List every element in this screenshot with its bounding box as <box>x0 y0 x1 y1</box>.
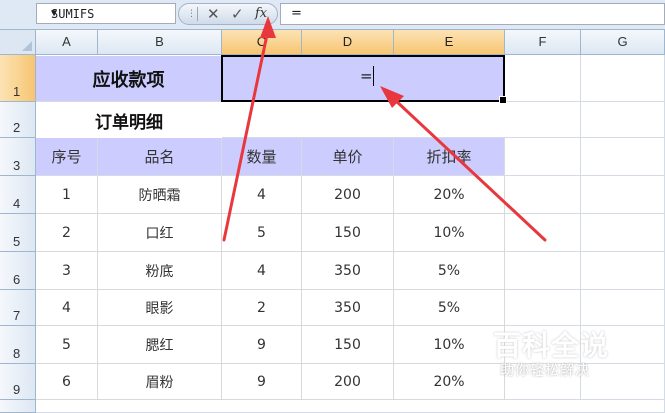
table-cell[interactable]: 5 <box>36 326 98 364</box>
table-cell[interactable]: 9 <box>222 326 302 364</box>
table-cell[interactable]: 5 <box>222 214 302 252</box>
formula-input[interactable]: = <box>280 3 665 25</box>
cell-f4[interactable] <box>505 176 581 214</box>
cell-g9[interactable] <box>581 364 665 400</box>
cell-g1[interactable] <box>581 55 665 102</box>
row-header-4[interactable]: 4 <box>0 176 36 214</box>
table-cell[interactable]: 2 <box>36 214 98 252</box>
row-header-9[interactable]: 9 <box>0 364 36 400</box>
row-header-2[interactable]: 2 <box>0 102 36 138</box>
table-cell[interactable]: 200 <box>302 364 394 400</box>
cell-f3[interactable] <box>505 138 581 176</box>
cell-g5[interactable] <box>581 214 665 252</box>
table-cell[interactable]: 3 <box>36 252 98 290</box>
column-header-g[interactable]: G <box>581 30 665 55</box>
table-cell[interactable]: 5% <box>394 290 505 326</box>
table-cell[interactable]: 4 <box>222 176 302 214</box>
table-cell[interactable]: 10% <box>394 326 505 364</box>
table-cell[interactable]: 腮红 <box>98 326 222 364</box>
cell-g6[interactable] <box>581 252 665 290</box>
insert-function-icon[interactable]: fx <box>255 6 267 21</box>
table-cell[interactable]: 眉粉 <box>98 364 222 400</box>
table-cell[interactable]: 1 <box>36 176 98 214</box>
table-cell[interactable]: 20% <box>394 364 505 400</box>
column-header-f[interactable]: F <box>505 30 581 55</box>
table-cell[interactable]: 粉底 <box>98 252 222 290</box>
cell-f2[interactable] <box>505 102 581 138</box>
formula-buttons: ⋮ ✕ ✓ fx <box>178 3 278 25</box>
table-cell[interactable]: 6 <box>36 364 98 400</box>
name-box[interactable]: SUMIFS ▼ <box>36 3 176 24</box>
cell-g3[interactable] <box>581 138 665 176</box>
table-cell[interactable]: 2 <box>222 290 302 326</box>
cell-g4[interactable] <box>581 176 665 214</box>
enter-check-icon[interactable]: ✓ <box>231 5 244 23</box>
receivables-title-cell[interactable]: 应收款项 <box>36 56 222 102</box>
order-details-title[interactable]: 订单明细 <box>36 102 222 138</box>
header-cell-index[interactable]: 序号 <box>36 138 98 176</box>
select-all-corner[interactable] <box>0 30 36 55</box>
column-header-c[interactable]: C <box>222 30 302 55</box>
row-header-5[interactable]: 5 <box>0 214 36 252</box>
row-header-10[interactable] <box>0 400 36 413</box>
row-header-8[interactable]: 8 <box>0 326 36 364</box>
table-cell[interactable]: 200 <box>302 176 394 214</box>
cell-g7[interactable] <box>581 290 665 326</box>
cell-f1[interactable] <box>505 55 581 102</box>
cancel-icon[interactable]: ✕ <box>207 5 220 23</box>
text-caret <box>373 66 374 86</box>
row-header-1[interactable]: 1 <box>0 55 36 102</box>
watermark-slogan: 助你轻松解决 <box>500 363 590 379</box>
formula-text: = <box>291 6 302 21</box>
formula-bar: SUMIFS ▼ ⋮ ✕ ✓ fx = <box>0 0 665 30</box>
row-10-cells[interactable] <box>36 400 665 413</box>
cell-g2[interactable] <box>581 102 665 138</box>
table-cell[interactable]: 10% <box>394 214 505 252</box>
row-header-7[interactable]: 7 <box>0 290 36 326</box>
column-header-d[interactable]: D <box>302 30 394 55</box>
table-cell[interactable]: 150 <box>302 326 394 364</box>
table-cell[interactable]: 4 <box>36 290 98 326</box>
chevron-down-icon[interactable]: ▼ <box>51 8 171 19</box>
cell-f6[interactable] <box>505 252 581 290</box>
cell-f5[interactable] <box>505 214 581 252</box>
header-cell-unit-price[interactable]: 单价 <box>302 138 394 176</box>
table-cell[interactable]: 口红 <box>98 214 222 252</box>
header-cell-product[interactable]: 品名 <box>98 138 222 176</box>
active-cell-value: = <box>360 67 373 85</box>
table-cell[interactable]: 9 <box>222 364 302 400</box>
grip-icon: ⋮ <box>187 9 196 19</box>
row-header-3[interactable]: 3 <box>0 138 36 176</box>
column-header-e[interactable]: E <box>394 30 505 55</box>
table-cell[interactable]: 350 <box>302 252 394 290</box>
table-cell[interactable]: 眼影 <box>98 290 222 326</box>
watermark-logo: 百科全说 <box>493 329 610 362</box>
table-cell[interactable]: 150 <box>302 214 394 252</box>
active-cell-c1[interactable]: = <box>221 55 507 104</box>
table-cell[interactable]: 4 <box>222 252 302 290</box>
header-cell-discount[interactable]: 折扣率 <box>394 138 505 176</box>
table-cell[interactable]: 350 <box>302 290 394 326</box>
table-cell[interactable]: 防晒霜 <box>98 176 222 214</box>
header-cell-quantity[interactable]: 数量 <box>222 138 302 176</box>
row-header-6[interactable]: 6 <box>0 252 36 290</box>
column-header-b[interactable]: B <box>98 30 222 55</box>
table-cell[interactable]: 20% <box>394 176 505 214</box>
column-header-a[interactable]: A <box>36 30 98 55</box>
table-cell[interactable]: 5% <box>394 252 505 290</box>
cell-f7[interactable] <box>505 290 581 326</box>
cell-c2-e2[interactable] <box>222 102 505 138</box>
